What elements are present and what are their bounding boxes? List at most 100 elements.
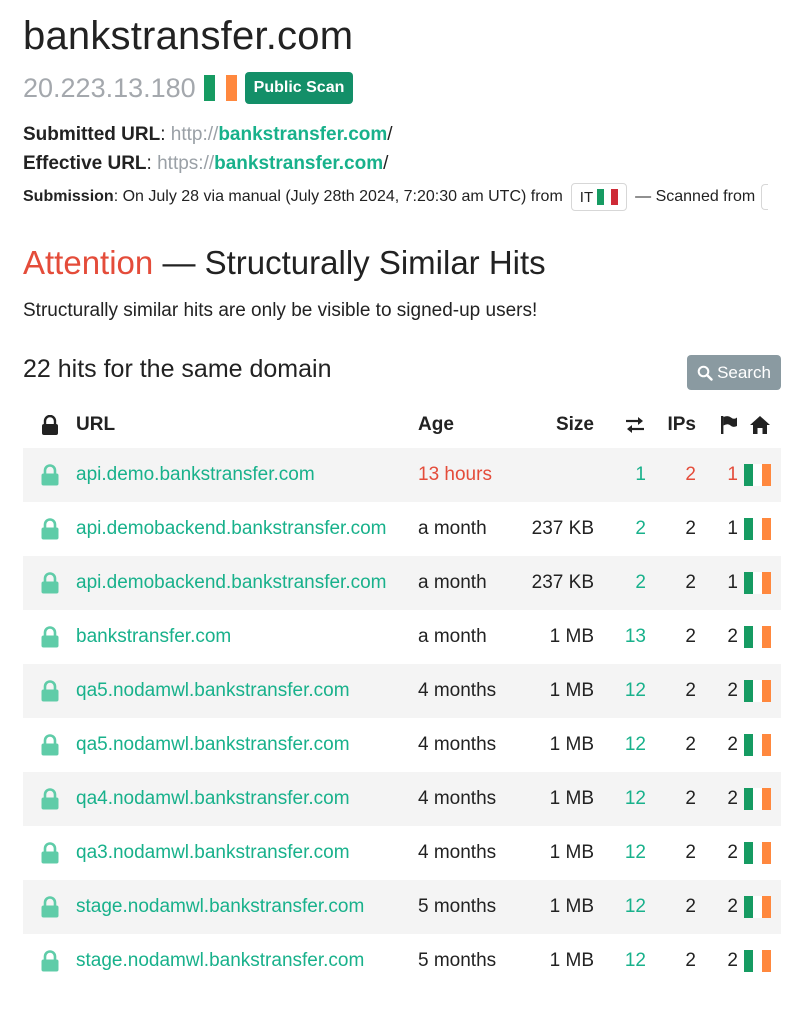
row-countries-cell: 2 <box>696 880 738 934</box>
effective-url-domain[interactable]: bankstransfer.com <box>214 153 383 174</box>
table-row[interactable]: qa5.nodamwl.bankstransfer.com 4 months 1… <box>23 664 781 718</box>
row-transactions[interactable]: 12 <box>625 838 646 868</box>
size-column-header[interactable]: Size <box>514 402 594 448</box>
submitted-url-domain[interactable]: bankstransfer.com <box>218 124 387 145</box>
row-lock-cell <box>23 448 76 502</box>
row-url-link[interactable]: qa3.nodamwl.bankstransfer.com <box>76 838 350 868</box>
row-transactions-cell: 12 <box>594 772 646 826</box>
hits-title: 22 hits for the same domain <box>23 355 332 383</box>
row-url-cell: api.demobackend.bankstransfer.com <box>76 502 418 556</box>
row-url-link[interactable]: qa5.nodamwl.bankstransfer.com <box>76 676 350 706</box>
table-row[interactable]: qa3.nodamwl.bankstransfer.com 4 months 1… <box>23 826 781 880</box>
table-row[interactable]: stage.nodamwl.bankstransfer.com 5 months… <box>23 880 781 934</box>
row-transactions-cell: 2 <box>594 556 646 610</box>
lock-icon <box>41 680 58 702</box>
row-size: 1 MB <box>549 680 594 701</box>
row-transactions[interactable]: 12 <box>625 946 646 976</box>
age-column-header[interactable]: Age <box>418 402 514 448</box>
row-countries-cell: 2 <box>696 772 738 826</box>
table-row[interactable]: api.demobackend.bankstransfer.com a mont… <box>23 556 781 610</box>
row-countries-cell: 2 <box>696 664 738 718</box>
row-transactions[interactable]: 2 <box>635 514 646 544</box>
row-lock-cell <box>23 610 76 664</box>
row-size-cell: 1 MB <box>514 664 594 718</box>
row-url-link[interactable]: api.demobackend.bankstransfer.com <box>76 514 387 544</box>
row-age: 4 months <box>418 680 497 701</box>
row-url-link[interactable]: qa5.nodamwl.bankstransfer.com <box>76 730 350 760</box>
row-url-cell: qa3.nodamwl.bankstransfer.com <box>76 826 418 880</box>
table-row[interactable]: api.demo.bankstransfer.com 13 hours 1 2 … <box>23 448 781 502</box>
submission-label: Submission <box>23 188 114 205</box>
row-lock-cell <box>23 556 76 610</box>
row-countries: 2 <box>727 734 738 755</box>
table-row[interactable]: qa4.nodamwl.bankstransfer.com 4 months 1… <box>23 772 781 826</box>
lock-icon <box>41 626 58 648</box>
submitted-url-scheme: http:// <box>170 124 219 145</box>
row-url-link[interactable]: bankstransfer.com <box>76 622 231 652</box>
row-url-link[interactable]: stage.nodamwl.bankstransfer.com <box>76 946 364 976</box>
row-url-cell: bankstransfer.com <box>76 610 418 664</box>
lock-icon <box>41 950 58 972</box>
row-countries-cell: 1 <box>696 556 738 610</box>
row-transactions[interactable]: 12 <box>625 730 646 760</box>
row-countries-cell: 1 <box>696 448 738 502</box>
table-row[interactable]: bankstransfer.com a month 1 MB 13 2 2 <box>23 610 781 664</box>
row-url-link[interactable]: qa4.nodamwl.bankstransfer.com <box>76 784 350 814</box>
row-home-cell <box>738 772 781 826</box>
row-age: a month <box>418 518 487 539</box>
row-size: 237 KB <box>531 518 594 539</box>
countries-column-header[interactable] <box>696 402 738 448</box>
row-ips-cell: 2 <box>646 718 696 772</box>
table-row[interactable]: qa5.nodamwl.bankstransfer.com 4 months 1… <box>23 718 781 772</box>
row-transactions[interactable]: 1 <box>635 460 646 490</box>
row-ips: 2 <box>685 734 696 755</box>
row-size: 1 MB <box>549 788 594 809</box>
home-icon <box>750 415 770 434</box>
home-column-header[interactable] <box>738 402 781 448</box>
attention-heading: Attention — Structurally Similar Hits <box>23 244 546 282</box>
similar-hits-note: Structurally similar hits are only be vi… <box>23 300 538 321</box>
row-transactions[interactable]: 12 <box>625 892 646 922</box>
lock-icon <box>41 842 58 864</box>
row-url-link[interactable]: api.demobackend.bankstransfer.com <box>76 568 387 598</box>
row-age-cell: 4 months <box>418 826 514 880</box>
url-column-header[interactable]: URL <box>76 402 418 448</box>
row-url-link[interactable]: api.demo.bankstransfer.com <box>76 460 315 490</box>
row-countries-cell: 1 <box>696 502 738 556</box>
ips-column-header[interactable]: IPs <box>646 402 696 448</box>
row-home-cell <box>738 880 781 934</box>
row-transactions[interactable]: 13 <box>625 622 646 652</box>
ip-line: 20.223.13.180 Public Scan <box>23 70 354 106</box>
row-size: 237 KB <box>531 572 594 593</box>
transactions-column-header[interactable] <box>594 402 646 448</box>
row-ips-cell: 2 <box>646 610 696 664</box>
table-row[interactable]: api.demobackend.bankstransfer.com a mont… <box>23 502 781 556</box>
row-size-cell: 1 MB <box>514 718 594 772</box>
table-row[interactable]: stage.nodamwl.bankstransfer.com 5 months… <box>23 934 781 988</box>
row-ips: 2 <box>685 572 696 593</box>
row-ips-cell: 2 <box>646 772 696 826</box>
row-lock-cell <box>23 502 76 556</box>
row-url-cell: api.demobackend.bankstransfer.com <box>76 556 418 610</box>
search-button[interactable]: Search <box>687 355 781 390</box>
row-size-cell: 1 MB <box>514 772 594 826</box>
row-ips-cell: 2 <box>646 934 696 988</box>
row-size-cell: 237 KB <box>514 502 594 556</box>
scanned-from-pill[interactable] <box>761 184 769 210</box>
row-transactions[interactable]: 12 <box>625 784 646 814</box>
row-url-link[interactable]: stage.nodamwl.bankstransfer.com <box>76 892 364 922</box>
row-home-cell <box>738 718 781 772</box>
submission-country-pill[interactable]: IT <box>570 183 628 211</box>
row-transactions[interactable]: 2 <box>635 568 646 598</box>
row-countries: 1 <box>727 464 738 485</box>
ip-address[interactable]: 20.223.13.180 <box>23 73 196 104</box>
row-lock-cell <box>23 664 76 718</box>
row-home-cell <box>738 934 781 988</box>
row-age: 5 months <box>418 950 497 971</box>
row-transactions[interactable]: 12 <box>625 676 646 706</box>
row-age: a month <box>418 572 487 593</box>
row-ips-cell: 2 <box>646 664 696 718</box>
row-home-cell <box>738 610 781 664</box>
row-url-cell: stage.nodamwl.bankstransfer.com <box>76 880 418 934</box>
row-age-cell: 4 months <box>418 664 514 718</box>
